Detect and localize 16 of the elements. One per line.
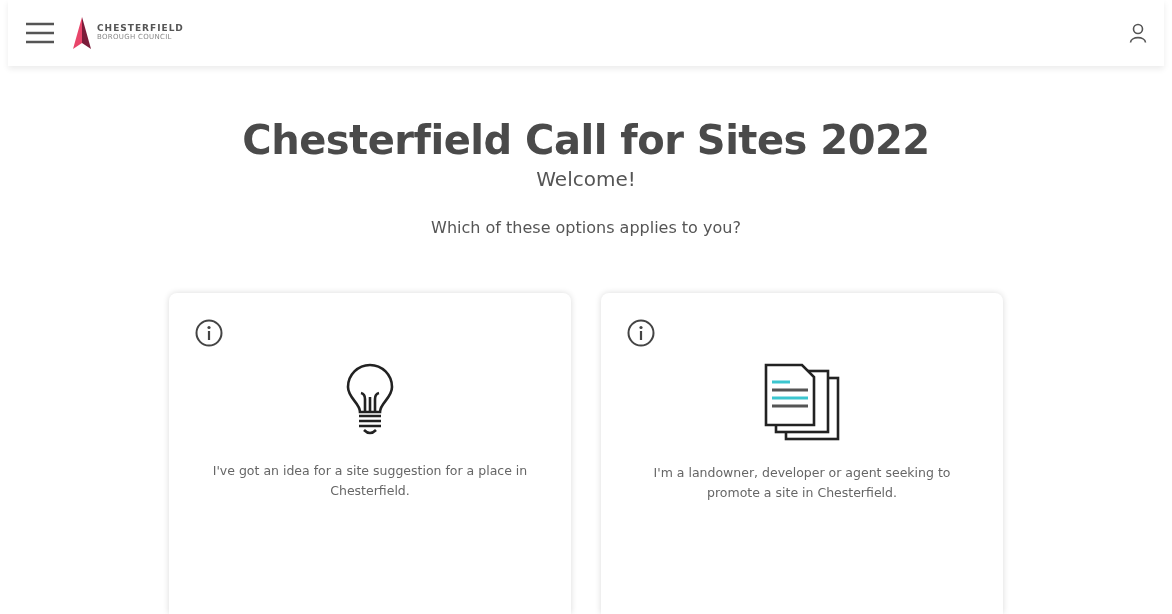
menu-button[interactable] [25, 22, 55, 44]
option-card[interactable]: I've got an idea for a site suggestion for a place in Chesterfield. [169, 293, 571, 614]
account-button[interactable] [1129, 23, 1147, 43]
info-icon[interactable] [195, 319, 223, 347]
menu-icon [25, 22, 55, 44]
user-icon [1129, 23, 1147, 43]
welcome-text: Welcome! [536, 166, 636, 193]
info-icon[interactable] [627, 319, 655, 347]
option-card[interactable]: I'm a landowner, developer or agent seeking to promote a site in Chesterfield. [601, 293, 1003, 614]
page-title: Chesterfield Call for Sites 2022 [242, 116, 930, 164]
logo-name: CHESTERFIELD [97, 23, 184, 33]
question-text: Which of these options applies to you? [431, 217, 741, 239]
option-description: I'm a landowner, developer or agent seeking to promote a site in Chesterfield. [652, 464, 952, 502]
logo-icon [71, 16, 93, 50]
documents-icon [764, 363, 840, 441]
option-description: I've got an idea for a site suggestion for a place in Chesterfield. [211, 462, 529, 500]
